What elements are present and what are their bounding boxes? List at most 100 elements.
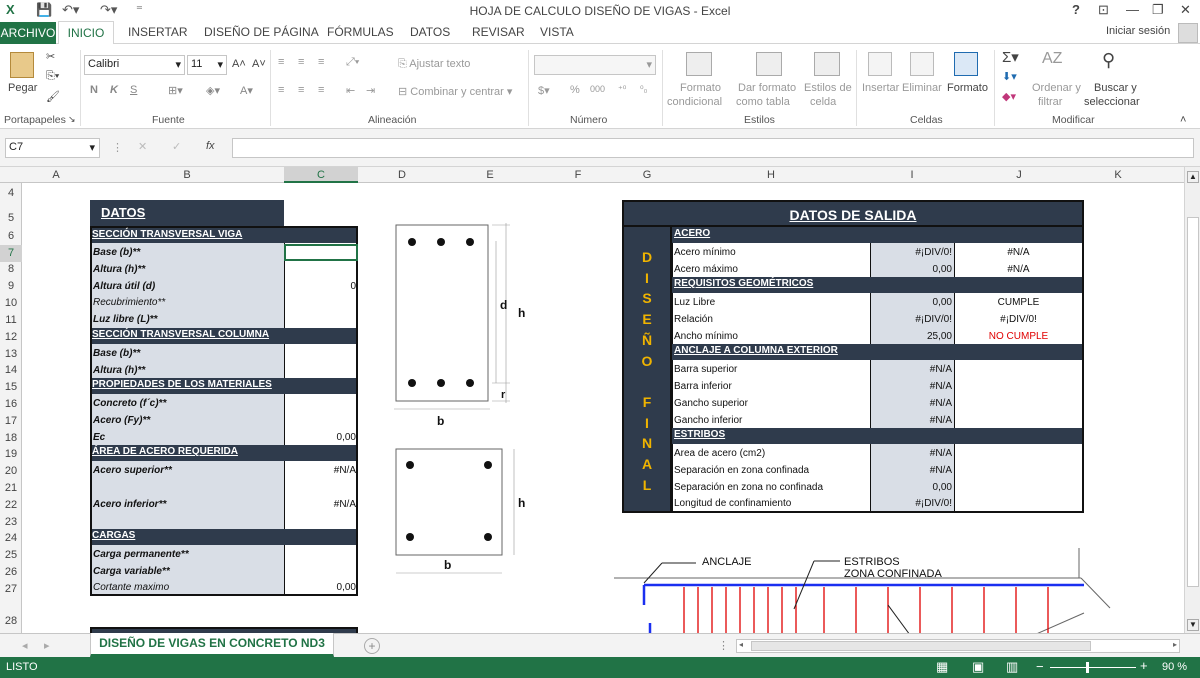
value-ec[interactable]: 0,00 [284,432,356,443]
column-header[interactable]: K [1084,169,1152,181]
h-scroll-thumb[interactable] [751,641,1091,651]
tab-formulas[interactable]: FÓRMULAS [327,25,394,39]
paste-icon[interactable] [10,52,34,78]
value-barra-inferior[interactable]: #N/A [870,381,952,392]
conditional-format-button[interactable]: Formato [680,82,721,94]
align-top-icon[interactable]: ≡ [278,56,284,68]
ribbon-display-button[interactable]: ⊡ [1098,2,1109,18]
decrease-indent-icon[interactable]: ⇤ [346,84,355,97]
zoom-slider-handle[interactable] [1086,662,1089,673]
tab-inicio[interactable]: INICIO [58,21,114,45]
format-button[interactable]: Formato [947,82,988,94]
format-painter-icon[interactable]: 🖌 [46,90,60,103]
fill-icon[interactable]: ⬇▾ [1002,70,1017,83]
row-header[interactable]: 11 [0,314,22,326]
align-center-icon[interactable]: ≡ [298,84,304,96]
row-header[interactable]: 6 [0,230,22,242]
cell-styles-button[interactable]: Estilos de [804,82,852,94]
column-header[interactable]: I [870,169,954,181]
check-acero-maximo[interactable]: #N/A [955,264,1082,275]
column-header[interactable]: E [446,169,534,181]
row-header[interactable]: 14 [0,364,22,376]
row-header[interactable]: 21 [0,482,22,494]
user-avatar-icon[interactable] [1178,23,1198,43]
sort-filter-icon[interactable]: AZ [1042,50,1062,68]
vertical-scrollbar[interactable]: ▲ ▼ [1184,167,1200,633]
value-relacion[interactable]: #¡DIV/0! [870,314,952,325]
format-as-table-button[interactable]: Dar formato [738,82,796,94]
value-luz-libre[interactable]: 0,00 [870,297,952,308]
scroll-thumb[interactable] [1187,217,1199,587]
check-luz-libre[interactable]: CUMPLE [955,297,1082,308]
zoom-level[interactable]: 90 % [1162,661,1187,673]
tab-datos[interactable]: DATOS [410,25,450,39]
percent-button[interactable]: % [570,84,580,96]
insert-function-button[interactable]: fx [206,140,215,152]
column-header[interactable]: B [90,169,284,181]
font-name-select[interactable]: Calibri ▾ [84,55,185,75]
row-header[interactable]: 17 [0,415,22,427]
value-barra-superior[interactable]: #N/A [870,364,952,375]
row-header[interactable]: 23 [0,516,22,528]
sign-in-link[interactable]: Iniciar sesión [1106,25,1170,37]
value-ancho-minimo[interactable]: 25,00 [870,331,952,342]
row-header[interactable]: 9 [0,280,22,292]
column-header[interactable]: G [622,169,672,181]
currency-icon[interactable]: $▾ [538,84,550,97]
format-as-table-icon[interactable] [756,52,782,76]
tab-vista[interactable]: VISTA [540,25,574,39]
add-sheet-icon[interactable]: + [364,638,380,654]
scroll-down-icon[interactable]: ▼ [1187,619,1199,631]
column-header[interactable]: J [954,169,1084,181]
find-select-icon[interactable]: ⚲ [1102,50,1115,71]
name-box[interactable]: C7 ▾ [5,138,100,158]
font-color-icon[interactable]: A▾ [240,84,253,97]
align-bottom-icon[interactable]: ≡ [318,56,324,68]
column-header[interactable]: D [358,169,446,181]
column-header-selected[interactable]: C [284,167,358,183]
row-header[interactable]: 28 [0,615,22,627]
increase-decimal-icon[interactable]: ⁺⁰ [618,84,626,95]
value-gancho-inferior[interactable]: #N/A [870,415,952,426]
horizontal-scrollbar[interactable]: ◂ ▸ [736,639,1180,653]
row-header[interactable]: 19 [0,448,22,460]
formula-input[interactable] [232,138,1194,158]
find-select-button[interactable]: Buscar y [1094,82,1137,94]
sort-filter-button[interactable]: Ordenar y [1032,82,1081,94]
row-header[interactable]: 12 [0,331,22,343]
row-header[interactable]: 22 [0,499,22,511]
underline-button[interactable]: S [130,84,137,96]
row-header[interactable]: 8 [0,263,22,275]
wrap-text-button[interactable]: ⎘ Ajustar texto [398,58,470,71]
scroll-up-icon[interactable]: ▲ [1187,171,1199,183]
orientation-icon[interactable]: ⤢▾ [346,56,359,69]
enter-icon[interactable]: ✓ [172,140,181,153]
selected-cell-c7[interactable] [284,244,358,261]
scroll-right-icon[interactable]: ▸ [1173,640,1177,649]
autosum-icon[interactable]: Σ▾ [1002,48,1019,66]
close-button[interactable]: ✕ [1180,2,1191,18]
value-acero-superior[interactable]: #N/A [284,465,356,476]
tab-insertar[interactable]: INSERTAR [128,25,188,39]
restore-button[interactable]: ❐ [1152,2,1164,18]
formula-options-icon[interactable]: ⋮ [112,141,123,154]
tab-diseno-pagina[interactable]: DISEÑO DE PÁGINA [204,25,319,39]
format-cells-icon[interactable] [954,52,978,76]
page-layout-view-icon[interactable]: ▣ [972,659,984,675]
align-right-icon[interactable]: ≡ [318,84,324,96]
row-header[interactable]: 26 [0,566,22,578]
row-header[interactable]: 25 [0,549,22,561]
row-header[interactable]: 27 [0,583,22,595]
value-area-acero[interactable]: #N/A [870,448,952,459]
row-header[interactable]: 10 [0,297,22,309]
number-format-select[interactable]: ▾ [534,55,656,75]
row-header[interactable]: 5 [0,212,22,224]
row-header[interactable]: 16 [0,398,22,410]
prev-sheet-icon[interactable]: ◂ [22,639,28,652]
value-acero-maximo[interactable]: 0,00 [870,264,952,275]
check-acero-minimo[interactable]: #N/A [955,247,1082,258]
next-sheet-icon[interactable]: ▸ [44,639,50,652]
row-header[interactable]: 4 [0,187,22,199]
row-header[interactable]: 13 [0,348,22,360]
tab-archivo[interactable]: ARCHIVO [0,22,56,44]
